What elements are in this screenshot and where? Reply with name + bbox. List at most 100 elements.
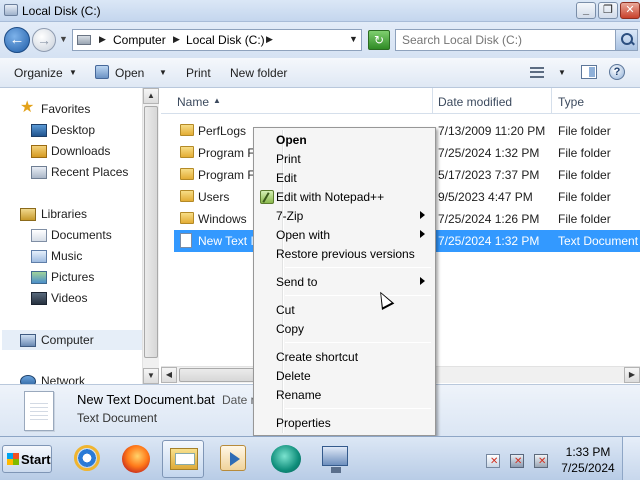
show-desktop-button[interactable] [622, 437, 640, 480]
menu-item-edit[interactable]: Edit [256, 168, 433, 188]
recent-pages-dropdown[interactable]: ▼ [59, 34, 68, 44]
menu-item-open[interactable]: Open [256, 130, 433, 150]
nav-item-documents[interactable]: Documents [51, 228, 112, 242]
nav-item-network[interactable]: Network [41, 374, 85, 384]
nav-item-music[interactable]: Music [51, 249, 82, 263]
videos-icon [31, 292, 47, 305]
action-center-flag-icon[interactable] [486, 454, 500, 468]
menu-item-open-with[interactable]: Open with [256, 225, 433, 245]
maximize-button[interactable]: ❐ [598, 2, 618, 19]
menu-item-send-to[interactable]: Send to [256, 272, 433, 292]
refresh-button[interactable]: ↻ [368, 30, 390, 50]
column-divider[interactable] [432, 88, 433, 114]
menu-item-cut[interactable]: Cut [256, 300, 433, 320]
menu-item-copy[interactable]: Copy [256, 319, 433, 339]
preview-pane-icon[interactable] [581, 65, 597, 79]
organize-button[interactable]: Organize [14, 66, 63, 80]
file-type: File folder [558, 212, 611, 226]
back-button[interactable]: ← [4, 27, 30, 53]
column-header-type[interactable]: Type [558, 95, 584, 109]
title-bar: Local Disk (C:) _ ❐ ✕ [0, 0, 640, 22]
nav-item-favorites[interactable]: Favorites [41, 102, 90, 116]
scroll-down-arrow[interactable]: ▼ [143, 368, 159, 384]
menu-item-delete[interactable]: Delete [256, 366, 433, 386]
music-icon [31, 250, 47, 263]
print-button[interactable]: Print [186, 66, 211, 80]
menu-item-properties[interactable]: Properties [256, 413, 433, 433]
submenu-arrow-icon [420, 211, 425, 219]
start-button[interactable]: Start [2, 445, 52, 473]
taskbar-media-player[interactable] [212, 440, 254, 478]
forward-button[interactable]: → [32, 28, 56, 52]
computer-icon [77, 35, 91, 45]
search-input[interactable] [396, 30, 614, 50]
menu-item-label: Open with [276, 228, 331, 242]
menu-item-label: Rename [276, 388, 322, 402]
scroll-up-arrow[interactable]: ▲ [143, 88, 159, 104]
breadcrumb-local-disk[interactable]: Local Disk (C:) [186, 33, 265, 47]
minimize-button[interactable]: _ [576, 2, 596, 19]
search-box[interactable] [395, 29, 638, 51]
menu-item-label: Create shortcut [276, 350, 359, 364]
address-history-dropdown[interactable]: ▼ [349, 34, 358, 44]
nav-item-desktop[interactable]: Desktop [51, 123, 95, 137]
taskbar-network-app[interactable] [264, 440, 306, 478]
search-icon[interactable] [615, 30, 637, 50]
taskbar-firefox[interactable] [114, 440, 156, 478]
open-button[interactable]: Open [115, 66, 144, 80]
menu-item-7-zip[interactable]: 7-Zip [256, 206, 433, 226]
network-status-icon[interactable] [510, 454, 524, 468]
nav-item-videos[interactable]: Videos [51, 291, 87, 305]
details-file-name: New Text Document.bat [77, 392, 215, 407]
column-header-date-modified[interactable]: Date modified [438, 95, 512, 109]
nav-item-computer[interactable]: Computer [41, 333, 94, 347]
pictures-icon [31, 271, 47, 284]
desktop-icon [31, 124, 47, 137]
nav-item-downloads[interactable]: Downloads [51, 144, 110, 158]
file-date: 7/13/2009 11:20 PM [438, 124, 546, 138]
nav-pane-scrollbar[interactable]: ▲ ▼ [142, 88, 159, 384]
help-icon[interactable]: ? [609, 64, 625, 80]
system-clock[interactable]: 1:33 PM 7/25/2024 [560, 444, 616, 476]
scrollbar-thumb[interactable] [144, 106, 158, 358]
chevron-right-icon[interactable]: ▶ [173, 34, 180, 45]
notepad-plus-plus-icon [260, 190, 274, 204]
chevron-right-icon[interactable]: ▶ [99, 34, 106, 45]
menu-item-restore-previous-versions[interactable]: Restore previous versions [256, 244, 433, 264]
scroll-left-arrow[interactable]: ◀ [161, 367, 177, 383]
sort-ascending-icon: ▲ [213, 96, 221, 105]
menu-item-label: Edit with Notepad++ [276, 190, 385, 204]
menu-item-edit-with-notepad-plus-plus[interactable]: Edit with Notepad++ [256, 187, 433, 207]
file-name: Program F [198, 168, 255, 182]
file-type: File folder [558, 146, 611, 160]
nav-item-recent-places[interactable]: Recent Places [51, 165, 128, 179]
breadcrumb-computer[interactable]: Computer [113, 33, 166, 47]
chevron-right-icon[interactable]: ▶ [266, 34, 273, 45]
menu-item-label: Send to [276, 275, 318, 289]
computer-icon [20, 334, 36, 347]
chevron-down-icon[interactable]: ▼ [558, 68, 566, 77]
column-divider[interactable] [551, 88, 552, 114]
menu-item-print[interactable]: Print [256, 149, 433, 169]
menu-item-rename[interactable]: Rename [256, 385, 433, 405]
windows-explorer-icon [170, 448, 198, 470]
menu-item-label: Properties [276, 416, 331, 430]
volume-icon[interactable] [534, 454, 548, 468]
taskbar-internet-explorer[interactable] [66, 440, 108, 478]
folder-icon [180, 212, 194, 224]
taskbar-windows-explorer[interactable] [162, 440, 204, 478]
menu-item-create-shortcut[interactable]: Create shortcut [256, 347, 433, 367]
explorer-window-icon [4, 4, 18, 16]
nav-item-libraries[interactable]: Libraries [41, 207, 87, 221]
column-header-name[interactable]: Name [177, 95, 209, 109]
address-bar[interactable]: ▶ Computer ▶ Local Disk (C:) ▶ ▼ [72, 29, 362, 51]
chevron-down-icon[interactable]: ▼ [69, 68, 77, 77]
close-button[interactable]: ✕ [620, 2, 640, 19]
change-view-icon[interactable] [530, 67, 544, 78]
nav-item-pictures[interactable]: Pictures [51, 270, 94, 284]
new-folder-button[interactable]: New folder [230, 66, 287, 80]
scroll-right-arrow[interactable]: ▶ [624, 367, 640, 383]
taskbar-remote-desktop[interactable] [314, 440, 356, 478]
chevron-down-icon[interactable]: ▼ [159, 68, 167, 77]
folder-icon [180, 124, 194, 136]
